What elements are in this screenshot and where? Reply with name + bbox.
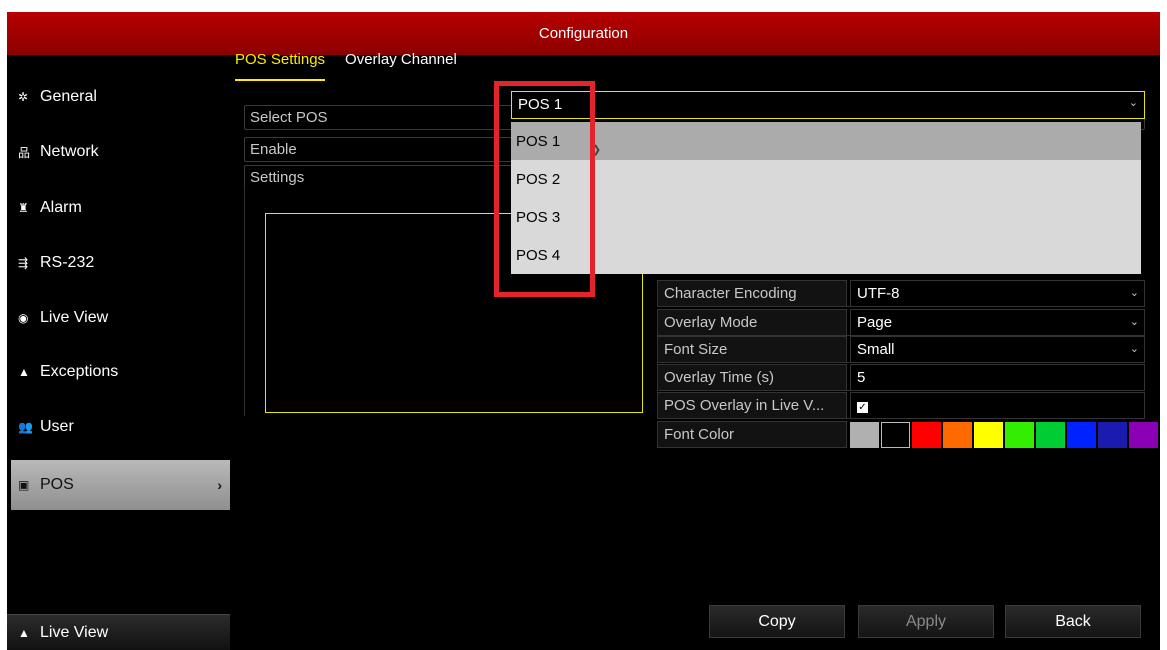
font-color-row: Font Color (657, 421, 1158, 448)
pos-overlay-live-view-field: ✓ (850, 392, 1145, 419)
character-encoding-value: UTF-8 (857, 285, 900, 302)
font-color-palette (850, 422, 1160, 448)
chevron-down-icon: ⌄ (1128, 97, 1138, 109)
window-title: Configuration (7, 12, 1160, 55)
pos-icon: ▣ (18, 478, 30, 492)
pos-overlay-live-view-label: POS Overlay in Live V... (657, 392, 847, 419)
live-view-label: Live View (40, 623, 109, 641)
tab-overlay-channel[interactable]: Overlay Channel (345, 51, 457, 81)
sidebar-item-rs232[interactable]: ⇶ RS-232 (7, 238, 232, 288)
sidebar-item-label: Alarm (40, 199, 82, 216)
sidebar-item-alarm[interactable]: ♜ Alarm (7, 183, 232, 233)
font-color-swatch[interactable] (881, 422, 910, 448)
overlay-mode-value: Page (857, 314, 893, 331)
character-encoding-label: Character Encoding (657, 280, 847, 307)
sidebar-item-label: Exceptions (40, 363, 119, 380)
sidebar-item-label: Network (40, 143, 99, 160)
option-pos-1[interactable]: POS 1 (511, 122, 1141, 160)
select-pos-label: Select POS (250, 109, 328, 126)
tab-bar: POS Settings Overlay Channel (235, 51, 477, 81)
sidebar-item-network[interactable]: 品 Network (7, 127, 232, 177)
font-size-row: Font Size Small ⌄ (657, 336, 1145, 363)
sidebar-item-label: User (40, 418, 74, 435)
sidebar-item-live-view[interactable]: ◉ Live View (7, 293, 232, 343)
overlay-time-input[interactable]: 5 (850, 364, 1145, 391)
enable-row: Enable (244, 137, 512, 162)
sidebar: ✲ General 品 Network ♜ Alarm ⇶ RS-232 ◉ L… (7, 55, 232, 650)
copy-button[interactable]: Copy (709, 605, 845, 638)
rs232-icon: ⇶ (18, 256, 29, 270)
apply-button[interactable]: Apply (858, 605, 994, 638)
annotation-highlight-box (494, 81, 595, 297)
select-pos-options: POS 1 POS 2 POS 3 POS 4 (511, 122, 1141, 274)
eye-icon: ◉ (18, 311, 29, 325)
chevron-down-icon: ⌄ (1129, 287, 1139, 299)
overlay-time-label: Overlay Time (s) (657, 364, 847, 391)
overlay-time-value: 5 (857, 369, 866, 386)
font-color-swatch[interactable] (1005, 422, 1034, 448)
sidebar-item-pos[interactable]: ▣ POS › (11, 460, 230, 510)
network-icon: 品 (18, 145, 31, 160)
settings-row: Settings (244, 165, 512, 190)
font-size-select[interactable]: Small ⌄ (850, 336, 1145, 363)
home-icon: ▲ (18, 625, 30, 640)
overlay-time-row: Overlay Time (s) 5 (657, 364, 1145, 391)
back-button[interactable]: Back (1005, 605, 1141, 638)
overlay-mode-select[interactable]: Page ⌄ (850, 309, 1145, 336)
font-size-value: Small (857, 341, 895, 358)
overlay-mode-row: Overlay Mode Page ⌄ (657, 309, 1145, 336)
sidebar-item-label: Live View (40, 309, 109, 326)
font-color-swatch[interactable] (850, 422, 879, 448)
overlay-mode-label: Overlay Mode (657, 309, 847, 336)
font-color-swatch[interactable] (1067, 422, 1096, 448)
character-encoding-row: Character Encoding UTF-8 ⌄ (657, 280, 1145, 307)
character-encoding-select[interactable]: UTF-8 ⌄ (850, 280, 1145, 307)
font-color-swatch[interactable] (943, 422, 972, 448)
font-color-label: Font Color (657, 421, 847, 448)
enable-label: Enable (250, 141, 297, 158)
sidebar-item-label: RS-232 (40, 254, 95, 271)
pos-overlay-live-view-checkbox[interactable]: ✓ (857, 402, 868, 413)
option-pos-4[interactable]: POS 4 (511, 236, 1141, 274)
sidebar-item-label: General (40, 88, 97, 105)
users-icon: 👥 (18, 420, 33, 434)
option-pos-3[interactable]: POS 3 (511, 198, 1141, 236)
select-pos-dropdown[interactable]: POS 1 ⌄ (511, 91, 1145, 119)
chevron-down-icon: ⌄ (1129, 316, 1139, 328)
chevron-right-icon: › (217, 477, 222, 493)
font-color-swatch[interactable] (1129, 422, 1158, 448)
font-color-swatch[interactable] (974, 422, 1003, 448)
pos-overlay-live-view-row: POS Overlay in Live V... ✓ (657, 392, 1145, 419)
alarm-icon: ♜ (18, 201, 29, 215)
gear-icon: ✲ (18, 90, 29, 104)
font-size-label: Font Size (657, 336, 847, 363)
sidebar-item-user[interactable]: 👥 User (7, 402, 232, 452)
sidebar-item-label: POS (40, 476, 74, 493)
sidebar-item-exceptions[interactable]: ▲ Exceptions (7, 347, 232, 397)
font-color-swatch[interactable] (1098, 422, 1127, 448)
font-color-swatch[interactable] (1036, 422, 1065, 448)
settings-label: Settings (250, 169, 305, 186)
sidebar-item-general[interactable]: ✲ General (7, 72, 232, 122)
font-color-swatch[interactable] (912, 422, 941, 448)
tab-pos-settings[interactable]: POS Settings (235, 51, 326, 81)
warning-icon: ▲ (18, 365, 30, 379)
chevron-down-icon: ⌄ (1129, 343, 1139, 355)
live-view-button[interactable]: ▲ Live View (7, 614, 230, 650)
option-pos-2[interactable]: POS 2 (511, 160, 1141, 198)
